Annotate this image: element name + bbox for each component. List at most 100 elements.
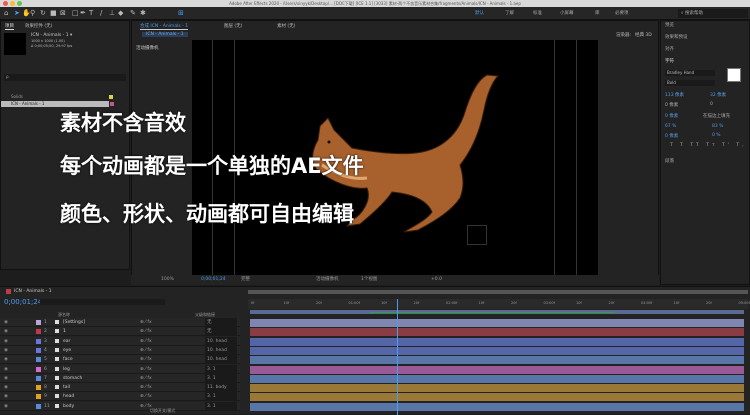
parent-dropdown[interactable]: 3. 1 [205,373,237,383]
workspace-standard[interactable]: 标准 [533,10,542,16]
home-icon[interactable]: ⌂ [4,9,11,17]
switches[interactable]: ⊕ ⁄ fx [140,346,152,355]
layer-name[interactable]: stomach [63,374,82,383]
stroke-width-field[interactable]: 0 像素 [665,113,678,119]
snapping-icon[interactable]: ⊞ [178,9,185,17]
camera-dropdown[interactable]: 活动摄像机 [316,275,339,285]
roto-brush-icon[interactable]: ✎ [130,9,137,17]
label-color[interactable] [36,366,41,372]
hand-tool-icon[interactable]: ✋ [22,9,31,17]
layer-row[interactable]: ◉ 4 eye ⊕ ⁄ fx 10. head [0,345,240,355]
switches[interactable]: ⊕ ⁄ fx [140,327,152,336]
layer-name[interactable]: 1 [63,327,66,336]
tracking-field[interactable]: 0 [710,102,713,107]
parent-dropdown[interactable]: 11. body [205,383,237,393]
visibility-icon[interactable]: ◉ [4,355,8,364]
time-ruler[interactable]: 0f 10f 20f 01:00f 10f 20f 02:00f 10f 20f 03:00f 10… [248,299,750,309]
puppet-tool-icon[interactable]: ✱ [140,9,147,17]
rotate-tool-icon[interactable]: ↻ [40,9,47,17]
toggle-switches-modes[interactable]: 切换开关/模式 [150,408,175,414]
baseline-shift-field[interactable]: 0 像素 [665,133,678,139]
font-size-field[interactable]: 113 像素 [665,92,684,98]
switches[interactable]: ⊕ ⁄ fx [140,374,152,383]
label-color[interactable] [36,385,41,391]
switches[interactable]: ⊕ ⁄ fx [140,392,152,401]
layer-duration-bar[interactable] [250,337,744,346]
horizontal-scale-field[interactable]: 83 % [712,124,723,129]
brush-tool-icon[interactable]: / [100,9,107,17]
visibility-icon[interactable]: ◉ [4,327,8,336]
layer-row[interactable]: ◉ 7 stomach ⊕ ⁄ fx 3. 1 [0,373,240,383]
paragraph-item[interactable]: 段落 [665,158,674,164]
pan-behind-tool-icon[interactable]: ⊠ [60,9,67,17]
visibility-icon[interactable]: ◉ [4,346,8,355]
tab-layer[interactable]: 图层 (无) [224,23,242,29]
layer-duration-bar[interactable] [250,402,744,411]
label-color[interactable] [36,357,41,363]
close-window-button[interactable] [3,1,8,6]
switches[interactable]: ⊕ ⁄ fx [140,383,152,392]
workspace-learn[interactable]: 了解 [505,10,514,16]
current-time[interactable]: 0;00;01;24 [201,275,226,285]
layer-row[interactable]: ◉ 6 leg ⊕ ⁄ fx 3. 1 [0,364,240,374]
layer-name[interactable]: ear [63,337,70,346]
project-search-input[interactable]: ρ. [4,74,126,81]
visibility-icon[interactable]: ◉ [4,383,8,392]
layer-duration-bar[interactable] [250,365,744,374]
timeline-timecode[interactable]: 0;00;01;24 [4,298,42,306]
vertical-scale-field[interactable]: 67 % [665,124,676,129]
workspace-essentials[interactable]: 必要项 [615,10,629,16]
camera-tool-icon[interactable]: ■ [50,9,57,17]
workspace-default[interactable]: 默认 [475,10,484,16]
label-color[interactable] [36,375,41,381]
zoom-tool-icon[interactable]: ⚲ [30,9,37,17]
layer-name[interactable]: face [63,355,73,364]
rectangle-tool-icon[interactable]: □ [72,9,79,17]
layer-name[interactable]: head [63,392,74,401]
label-color[interactable] [36,338,41,344]
visibility-icon[interactable]: ◉ [4,318,8,327]
resolution-dropdown[interactable]: 完整 [241,275,250,285]
selection-tool-icon[interactable]: ➤ [14,9,21,17]
layer-search-input[interactable] [40,299,165,305]
maximize-window-button[interactable] [17,1,22,6]
label-color[interactable] [36,403,41,409]
type-tool-icon[interactable]: T [89,9,96,17]
tab-composition[interactable]: 合成 ICN - Animals - 1 [140,23,189,30]
tab-footage[interactable]: 素材 (无) [277,23,295,29]
layer-duration-bar[interactable] [250,356,744,365]
timeline-tab[interactable]: ICN - Animals - 1 [14,289,52,294]
parent-dropdown[interactable]: 3. 1 [205,364,237,374]
kerning-field[interactable]: 0 像素 [665,102,678,108]
visibility-icon[interactable]: ◉ [4,365,8,374]
leading-field[interactable]: 32 像素 [710,92,726,98]
fill-color-swatch[interactable] [727,68,741,82]
layer-row[interactable]: ◉ 3 ear ⊕ ⁄ fx 10. head [0,336,240,346]
project-item-solids[interactable]: Solids [1,94,129,100]
stroke-style-dropdown[interactable]: 在描边上填充 [703,113,730,119]
visibility-icon[interactable]: ◉ [4,337,8,346]
text-style-buttons[interactable]: T T TT Tт T' T, [670,143,747,148]
magnification-dropdown[interactable]: 100% [161,275,174,285]
parent-dropdown[interactable]: 3. 1 [205,401,237,411]
parent-dropdown[interactable]: 10. head [205,336,237,346]
label-color[interactable] [36,347,41,353]
layer-duration-bar[interactable] [250,384,744,393]
switches[interactable]: ⊕ ⁄ fx [140,355,152,364]
switches[interactable]: ⊕ ⁄ fx [140,365,152,374]
stamp-tool-icon[interactable]: ⊥ [109,9,116,17]
tsume-field[interactable]: 0 % [712,133,721,138]
layer-duration-bar[interactable] [250,393,744,402]
layer-row[interactable]: ◉ 8 tail ⊕ ⁄ fx 11. body [0,383,240,393]
font-style-dropdown[interactable]: Bold [665,80,715,86]
parent-dropdown[interactable]: 无 [205,327,237,337]
layer-row[interactable]: ◉ 2 1 ⊕ ⁄ fx 无 [0,327,240,337]
tab-project[interactable]: 项目 [5,23,14,30]
visibility-icon[interactable]: ◉ [4,402,8,411]
layer-name[interactable]: tail [63,383,70,392]
layer-row[interactable]: ◉ 11 body ⊕ ⁄ fx 3. 1 [0,401,240,411]
layer-duration-bar[interactable] [250,346,744,355]
label-color[interactable] [36,329,41,335]
layer-name[interactable]: eye [63,346,71,355]
layer-row[interactable]: ◉ 1 [Settings] ⊕ ⁄ fx 无 [0,318,240,327]
